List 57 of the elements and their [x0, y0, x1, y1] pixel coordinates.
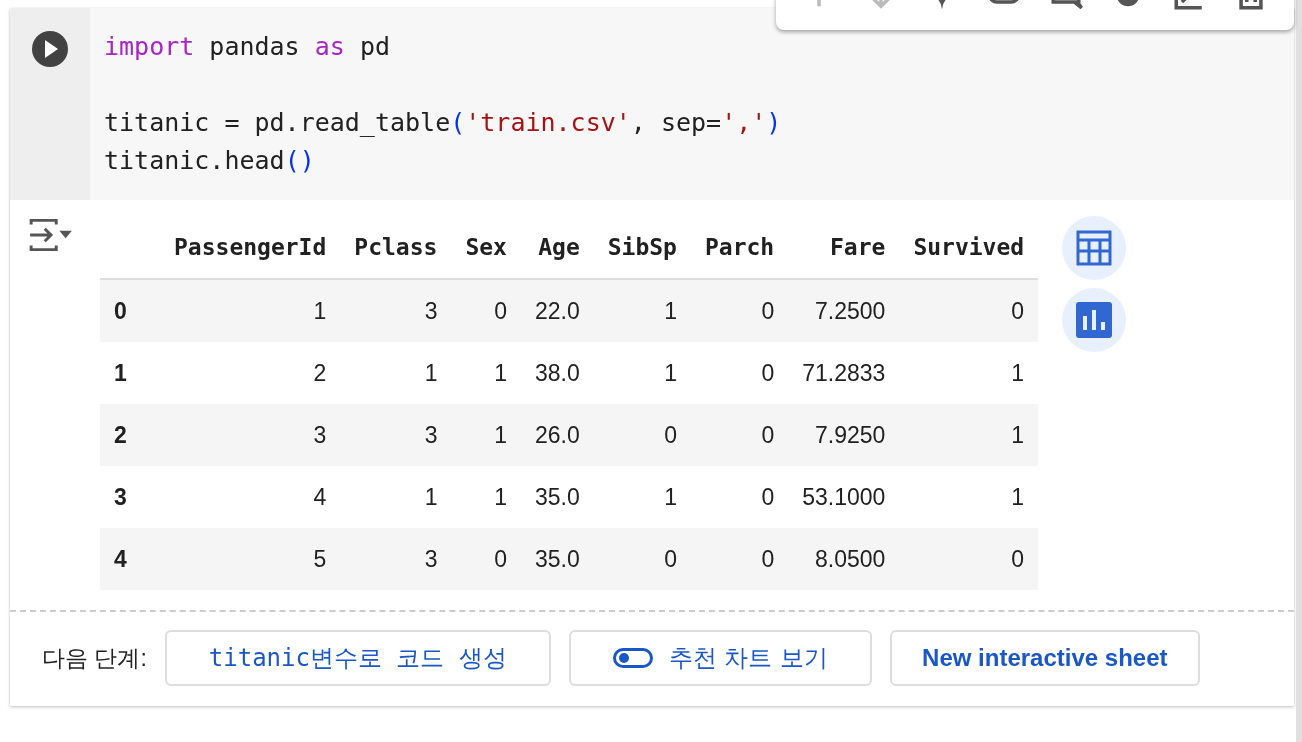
table-cell: 3	[340, 528, 452, 590]
table-cell: 1	[451, 342, 521, 404]
code-line: titanic = pd.read_table('train.csv', sep=',')	[104, 107, 782, 139]
table-cell: 0	[593, 528, 691, 590]
table-cell: 0	[691, 404, 789, 466]
code-line: titanic.head()	[104, 145, 315, 177]
row-index: 2	[100, 404, 160, 466]
table-cell: 3	[340, 404, 452, 466]
table-cell: 1	[899, 404, 1039, 466]
table-cell: 1	[899, 466, 1039, 528]
code-line: import pandas as pd	[104, 31, 390, 63]
table-cell: 1	[593, 279, 691, 342]
table-icon	[1076, 230, 1113, 266]
table-cell: 71.2833	[788, 342, 900, 404]
table-cell: 1	[593, 466, 691, 528]
code-editor[interactable]: import pandas as pd titanic = pd.read_table('train.csv', sep=',') titanic.head()	[90, 8, 1294, 200]
table-cell: 53.1000	[788, 466, 900, 528]
suggestion-button[interactable]: titanic변수로 코드 생성	[164, 630, 551, 686]
row-index: 3	[100, 466, 160, 528]
suggestion-button[interactable]: 추천 차트 보기	[568, 630, 873, 686]
table-cell: 2	[160, 342, 341, 404]
table-cell: 0	[691, 528, 789, 590]
row-index: 1	[100, 342, 160, 404]
table-cell: 0	[691, 279, 789, 342]
table-cell: 1	[899, 342, 1039, 404]
row-index: 0	[100, 279, 160, 342]
table-cell: 7.2500	[788, 279, 900, 342]
table-cell: 3	[340, 279, 452, 342]
table-cell: 0	[691, 466, 789, 528]
table-cell: 26.0	[520, 404, 594, 466]
bar-chart-icon	[1076, 302, 1113, 338]
table-cell: 4	[160, 466, 341, 528]
table-cell: 0	[691, 342, 789, 404]
table-cell: 35.0	[520, 528, 594, 590]
suggestion-button[interactable]: New interactive sheet	[890, 630, 1200, 686]
table-cell: 7.9250	[788, 404, 900, 466]
table-cell: 1	[451, 404, 521, 466]
table-cell: 1	[340, 342, 452, 404]
table-cell: 1	[160, 279, 341, 342]
table-cell: 0	[451, 528, 521, 590]
table-cell: 3	[160, 404, 341, 466]
table-cell: 35.0	[520, 466, 594, 528]
row-index: 4	[100, 528, 160, 590]
table-cell: 38.0	[520, 342, 594, 404]
table-cell: 1	[340, 466, 452, 528]
run-button[interactable]	[30, 29, 70, 69]
table-cell: 22.0	[520, 279, 594, 342]
table-cell: 8.0500	[788, 528, 900, 590]
table-cell: 0	[593, 404, 691, 466]
table-cell: 0	[451, 279, 521, 342]
table-cell: 1	[451, 466, 521, 528]
table-cell: 0	[899, 528, 1039, 590]
output-toggle-icon[interactable]	[28, 216, 74, 254]
table-cell: 1	[593, 342, 691, 404]
table-cell: 0	[899, 279, 1039, 342]
next-steps-label: 다음 단계:	[42, 643, 147, 673]
table-cell: 5	[160, 528, 341, 590]
